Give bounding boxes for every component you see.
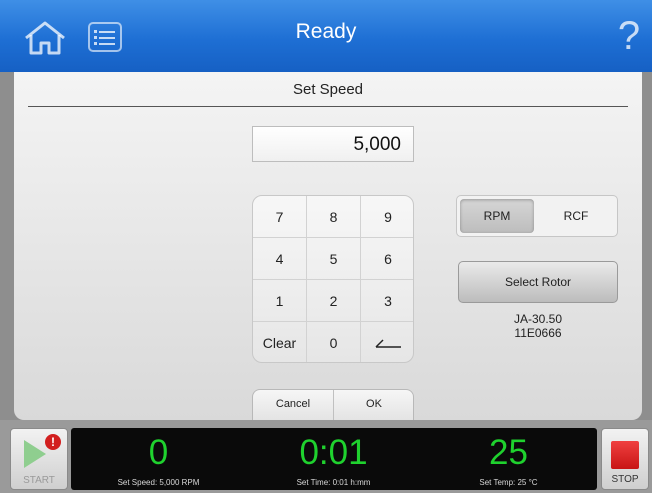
set-time-label: Set Time: 0:01 h:mm [296,478,371,487]
set-speed-label: Set Speed: 5,000 RPM [117,478,200,487]
rotor-name: JA-30.50 [513,312,563,326]
speed-readout: 0 Set Speed: 5,000 RPM [71,428,246,490]
rcf-button[interactable]: RCF [539,199,613,233]
key-6[interactable]: 6 [361,238,413,280]
temp-readout: 25 Set Temp: 25 °C [421,428,596,490]
numeric-keypad: 7 8 9 4 5 6 1 2 3 Clear 0 [252,195,414,363]
ok-cancel-group: Cancel OK [252,389,414,420]
select-rotor-button[interactable]: Select Rotor [458,261,618,303]
cancel-button[interactable]: Cancel [253,390,334,420]
stop-icon [611,441,639,469]
divider [28,106,628,107]
key-8[interactable]: 8 [307,196,361,238]
ok-button[interactable]: OK [334,390,413,420]
key-3[interactable]: 3 [361,280,413,322]
start-button[interactable]: ! START [10,428,68,490]
key-0[interactable]: 0 [307,322,361,362]
time-value: 0:01 [299,433,368,472]
key-1[interactable]: 1 [253,280,307,322]
top-bar: Ready ? [0,0,652,72]
key-clear[interactable]: Clear [253,322,307,362]
set-speed-panel: Set Speed 5,000 7 8 9 4 5 6 1 2 3 Clear … [14,72,642,420]
play-icon [24,440,46,468]
key-5[interactable]: 5 [307,238,361,280]
rotor-info: JA-30.50 11E0666 [458,312,618,340]
key-4[interactable]: 4 [253,238,307,280]
stop-button[interactable]: STOP [601,428,649,490]
rpm-button[interactable]: RPM [460,199,534,233]
key-backspace[interactable] [361,322,413,362]
key-2[interactable]: 2 [307,280,361,322]
backspace-arrow-icon [375,339,401,349]
alert-icon: ! [45,434,61,450]
set-temp-label: Set Temp: 25 °C [479,478,538,487]
panel-title: Set Speed [292,81,364,98]
rotor-serial: 11E0666 [514,326,562,340]
unit-toggle: RPM RCF [456,195,618,237]
start-label: START [23,475,55,486]
help-button[interactable]: ? [614,14,644,58]
speed-value-field[interactable]: 5,000 [252,126,414,162]
page-title: Ready [295,20,357,43]
speed-value: 0 [148,433,169,472]
stop-label: STOP [611,474,639,485]
key-7[interactable]: 7 [253,196,307,238]
time-readout: 0:01 Set Time: 0:01 h:mm [246,428,421,490]
temp-value: 25 [489,433,528,472]
run-readout: 0 Set Speed: 5,000 RPM 0:01 Set Time: 0:… [71,428,597,490]
key-9[interactable]: 9 [361,196,413,238]
